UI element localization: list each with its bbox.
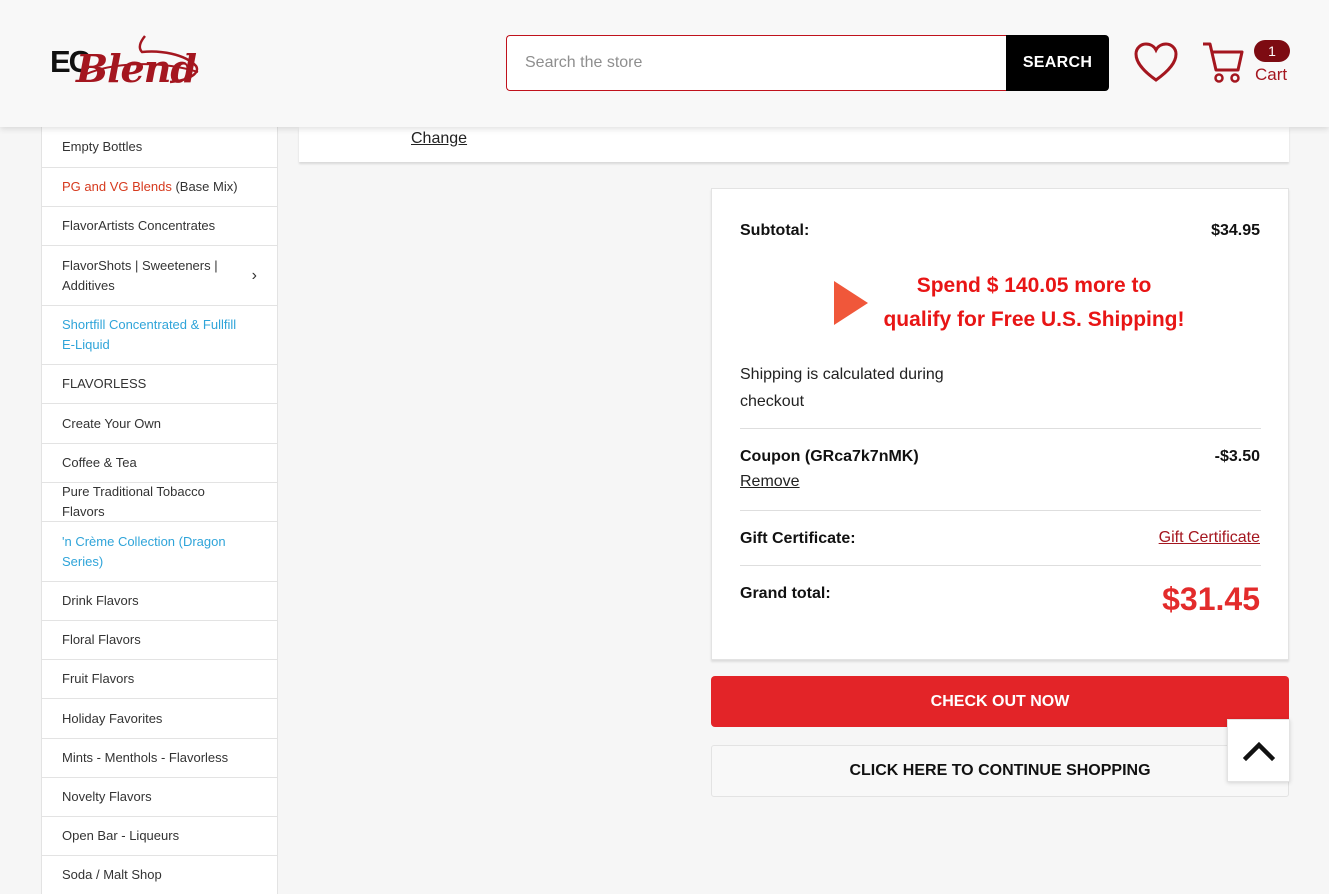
sidebar-item-fruit[interactable]: Fruit Flavors	[42, 660, 277, 699]
cart-count-badge: 1	[1254, 40, 1290, 62]
grand-total-label: Grand total:	[740, 585, 831, 602]
sidebar-item-floral[interactable]: Floral Flavors	[42, 621, 277, 660]
logo-blend-text: Blend	[76, 46, 197, 91]
sidebar-item-flavorartists[interactable]: FlavorArtists Concentrates	[42, 207, 277, 246]
divider	[740, 565, 1261, 566]
shipping-note: Shipping is calculated during checkout	[740, 366, 944, 410]
sidebar-item-creme-collection[interactable]: 'n Crème Collection (Dragon Series)	[42, 522, 277, 582]
gift-certificate-link[interactable]: Gift Certificate	[1159, 529, 1260, 547]
divider	[740, 510, 1261, 511]
shopping-cart-icon	[1203, 42, 1244, 83]
coupon-label: Coupon (GRca7k7nMK)	[740, 448, 919, 465]
promo-text: Spend $ 140.05 more to qualify for Free …	[883, 274, 1185, 331]
sidebar-item-tobacco[interactable]: Pure Traditional Tobacco Flavors	[42, 483, 277, 522]
cart-link[interactable]: 1 Cart	[1200, 38, 1295, 88]
change-link[interactable]: Change	[411, 130, 467, 148]
sidebar-item-holiday[interactable]: Holiday Favorites	[42, 699, 277, 739]
sidebar-item-flavorshots[interactable]: FlavorShots | Sweeteners | Additives ›	[42, 246, 277, 306]
order-summary: Subtotal: $34.95 Spend $ 140.05 more to …	[711, 188, 1289, 660]
subtotal-value: $34.95	[1211, 222, 1260, 239]
coupon-value: -$3.50	[1214, 448, 1260, 465]
gift-certificate-label: Gift Certificate:	[740, 530, 856, 547]
subtotal-label: Subtotal:	[740, 222, 810, 239]
search-button[interactable]: SEARCH	[1006, 35, 1109, 91]
scroll-to-top-button[interactable]	[1227, 719, 1290, 782]
sidebar-item-flavorless[interactable]: FLAVORLESS	[42, 365, 277, 404]
divider	[740, 428, 1261, 429]
shipping-estimate-card: Change	[299, 127, 1289, 162]
sidebar-item-highlight: PG and VG Blends	[62, 179, 172, 194]
chevron-up-icon	[1243, 741, 1275, 762]
play-arrow-icon	[834, 281, 868, 325]
sidebar-item-soda[interactable]: Soda / Malt Shop	[42, 856, 277, 894]
search-input[interactable]	[506, 35, 1008, 91]
site-header: EC Blend SEARCH 1 Cart	[0, 0, 1329, 127]
store-logo[interactable]: EC Blend	[50, 32, 210, 94]
sidebar-item-mints[interactable]: Mints - Menthols - Flavorless	[42, 739, 277, 778]
grand-total-value: $31.45	[1162, 581, 1260, 617]
sidebar-item-empty-bottles[interactable]: Empty Bottles	[42, 127, 277, 168]
category-sidebar: Empty Bottles PG and VG Blends (Base Mix…	[41, 127, 278, 894]
cart-label: Cart	[1255, 65, 1288, 84]
continue-shopping-button[interactable]: CLICK HERE TO CONTINUE SHOPPING	[711, 745, 1289, 797]
sidebar-item-drink[interactable]: Drink Flavors	[42, 582, 277, 621]
remove-coupon-link[interactable]: Remove	[740, 473, 800, 491]
sidebar-item-coffee-tea[interactable]: Coffee & Tea	[42, 444, 277, 483]
sidebar-item-pg-vg-blends[interactable]: PG and VG Blends (Base Mix)	[42, 168, 277, 207]
sidebar-item-novelty[interactable]: Novelty Flavors	[42, 778, 277, 817]
sidebar-item-open-bar[interactable]: Open Bar - Liqueurs	[42, 817, 277, 856]
sidebar-item-create-your-own[interactable]: Create Your Own	[42, 404, 277, 444]
search-form: SEARCH	[506, 35, 1109, 91]
free-shipping-promo: Spend $ 140.05 more to qualify for Free …	[834, 269, 1234, 339]
wishlist-heart-icon[interactable]	[1134, 42, 1178, 84]
checkout-button[interactable]: CHECK OUT NOW	[711, 676, 1289, 727]
chevron-right-icon[interactable]: ›	[252, 266, 257, 286]
sidebar-item-shortfill[interactable]: Shortfill Concentrated & Fullfill E-Liqu…	[42, 306, 277, 365]
